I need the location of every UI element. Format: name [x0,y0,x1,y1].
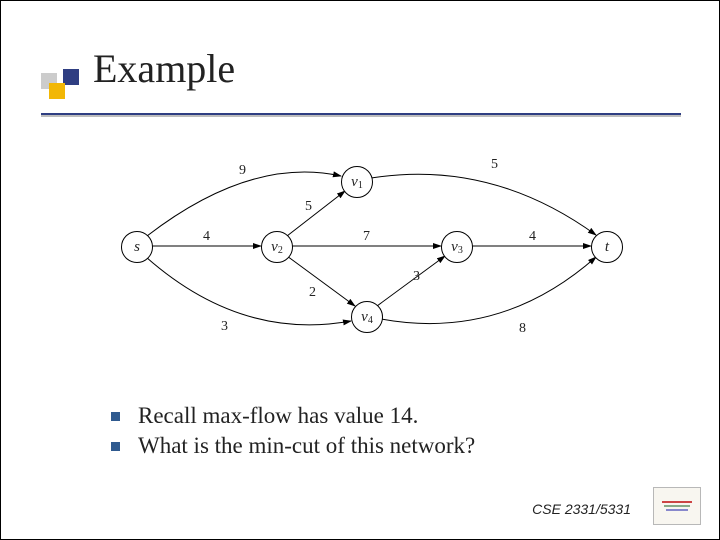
bullet-item: What is the min-cut of this network? [111,433,475,459]
bullet-icon [111,412,120,421]
slide-title: Example [93,45,235,92]
flow-network-graph: s v1 v2 v3 v4 t 9 4 3 5 7 2 3 5 4 8 [111,151,631,351]
edge-label-v4-t: 8 [519,321,526,337]
deco-square-gold [49,83,65,99]
bullet-icon [111,442,120,451]
bullet-text: Recall max-flow has value 14. [138,403,418,429]
edge-label-v1-t: 5 [491,157,498,173]
node-v2: v2 [261,231,293,263]
bullet-list: Recall max-flow has value 14. What is th… [111,399,475,463]
node-v1: v1 [341,166,373,198]
node-v4: v4 [351,301,383,333]
footer-text: CSE 2331/5331 [532,501,631,517]
deco-square-navy [63,69,79,85]
edge-label-s-v2: 4 [203,229,210,245]
bullet-text: What is the min-cut of this network? [138,433,475,459]
edge-label-v2-v3: 7 [363,229,370,245]
edge-label-s-v1: 9 [239,163,246,179]
node-t: t [591,231,623,263]
edge-label-v2-v4: 2 [309,285,316,301]
edge-label-s-v4: 3 [221,319,228,335]
node-s: s [121,231,153,263]
edge-label-v2-v1: 5 [305,199,312,215]
slide: Example [0,0,720,540]
logo-icon [653,487,701,525]
node-v3: v3 [441,231,473,263]
edge-label-v3-t: 4 [529,229,536,245]
bullet-item: Recall max-flow has value 14. [111,403,475,429]
edge-label-v4-v3: 3 [413,269,420,285]
